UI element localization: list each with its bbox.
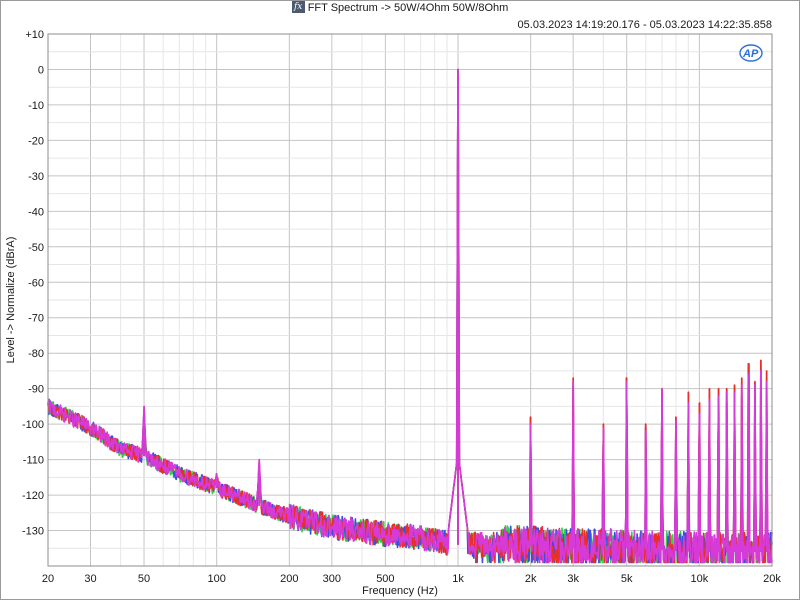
series-group (47, 68, 773, 564)
x-tick-label: 30 (84, 573, 96, 585)
x-tick-label: 100 (208, 573, 226, 585)
x-tick-label: 20 (42, 573, 54, 585)
x-tick-label: 3k (567, 573, 579, 585)
x-tick-label: 50 (138, 573, 150, 585)
x-tick-label: 200 (280, 573, 298, 585)
y-tick-labels: +10 0 -10 -20 -30 -40 -50 -60 -70 -80 -90 -100 -110 -… (22, 29, 44, 538)
y-tick-label: -130 (22, 526, 44, 538)
y-tick-label: -100 (22, 419, 44, 431)
x-tick-label: 10k (690, 573, 708, 585)
y-tick-label: -60 (28, 277, 44, 289)
y-tick-label: -40 (28, 206, 44, 218)
y-tick-label: -120 (22, 490, 44, 502)
y-tick-label: -50 (28, 242, 44, 254)
x-tick-labels: 20 30 50 100 200 300 500 1k 2k 3k 5k 10k 20k (42, 573, 781, 585)
x-tick-label: 1k (452, 573, 464, 585)
y-tick-label: -80 (28, 348, 44, 360)
y-tick-label: -10 (28, 100, 44, 112)
x-tick-label: 300 (323, 573, 341, 585)
series-line-blue (47, 68, 773, 564)
y-axis-title: Level -> Normalize (dBrA) (5, 237, 17, 364)
y-tick-label: -30 (28, 171, 44, 183)
ap-logo-icon: AP (739, 44, 763, 62)
y-tick-label: -20 (28, 135, 44, 147)
y-tick-label: -70 (28, 313, 44, 325)
y-tick-label: 0 (38, 64, 44, 76)
x-tick-label: 2k (525, 573, 537, 585)
y-tick-label: -110 (23, 455, 44, 467)
ap-logo-text: AP (742, 48, 759, 60)
x-tick-label: 5k (621, 573, 633, 585)
y-tick-label: -90 (28, 384, 44, 396)
x-tick-label: 500 (376, 573, 394, 585)
x-axis-title: Frequency (Hz) (362, 585, 438, 597)
x-tick-label: 20k (763, 573, 781, 585)
chart-svg: +10 0 -10 -20 -30 -40 -50 -60 -70 -80 -90 -100 -110 -… (5, 29, 781, 597)
y-tick-label: +10 (25, 29, 44, 41)
